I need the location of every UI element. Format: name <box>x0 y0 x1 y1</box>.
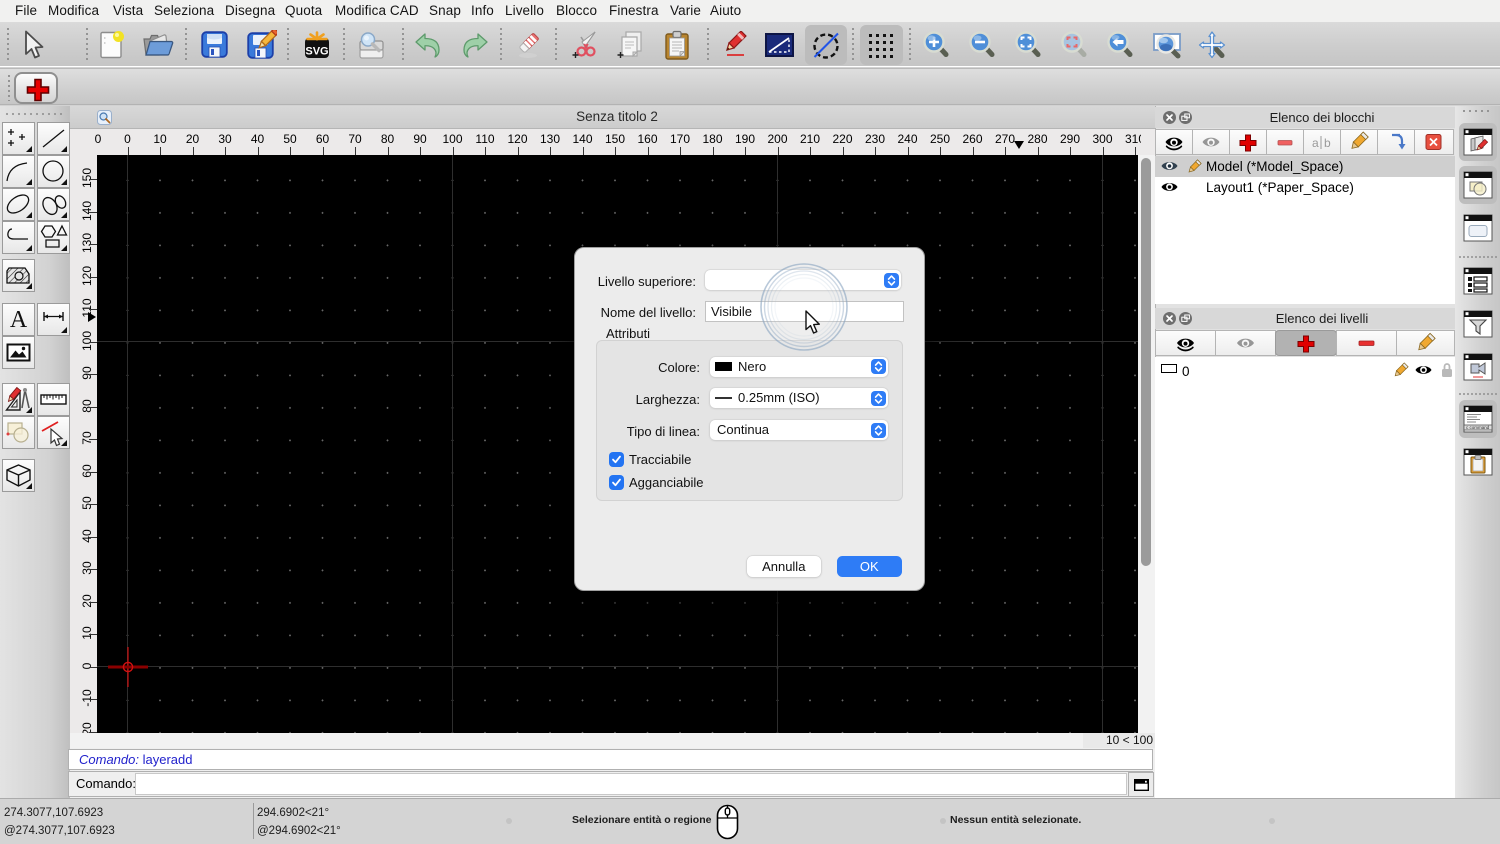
svg-text:SVG: SVG <box>305 46 328 58</box>
svg-text:A: A <box>10 307 28 333</box>
svg-text:a: a <box>1312 136 1319 150</box>
svg-text:c command: c command <box>1466 425 1490 430</box>
svg-text:b: b <box>1324 136 1331 150</box>
